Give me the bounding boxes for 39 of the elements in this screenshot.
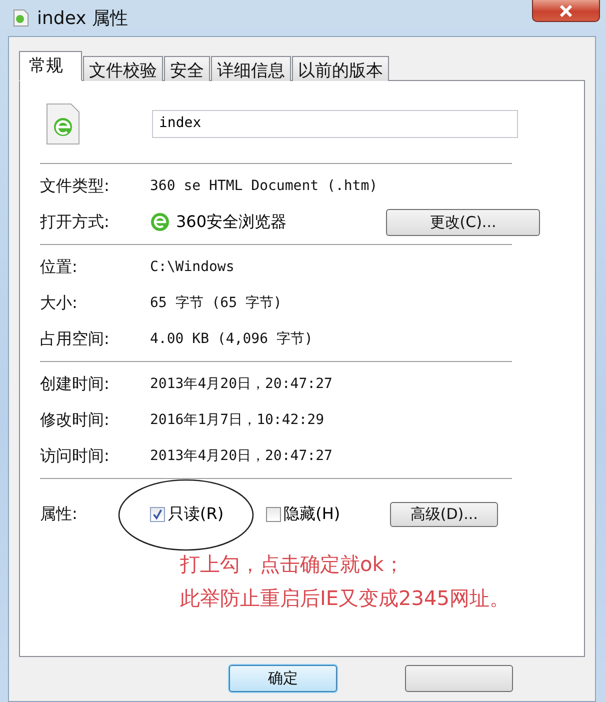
tab[interactable]: 详细信息 (211, 56, 291, 81)
tab[interactable]: 以前的版本 (292, 56, 389, 81)
field-value: 65 字节 (65 字节) (150, 294, 282, 312)
close-button[interactable] (532, 0, 600, 22)
field-label: 位置: (40, 256, 78, 278)
field-value: 2013年4月20日，20:47:27 (150, 375, 332, 393)
checkbox[interactable]: 隐藏(H) (266, 504, 340, 524)
field-label: 访问时间: (40, 446, 110, 466)
browser-icon (150, 212, 170, 232)
tab[interactable]: 常规 (19, 51, 82, 81)
checkbox-box[interactable] (266, 506, 281, 522)
app-name: 360安全浏览器 (176, 212, 288, 232)
field-value: 4.00 KB (4,096 字节) (150, 330, 313, 348)
checkbox-box[interactable] (150, 506, 165, 522)
window-title: index 属性 (37, 7, 128, 30)
field-value: C:\Windows (150, 259, 234, 275)
file-name-field[interactable]: index (152, 110, 518, 138)
document-icon (13, 9, 29, 27)
blank-button[interactable] (405, 665, 513, 692)
field-value: 2016年1月7日，10:42:29 (150, 411, 324, 429)
field-value: 360 se HTML Document (.htm) (150, 178, 378, 194)
field-label: 修改时间: (40, 410, 110, 430)
document-icon (46, 103, 80, 145)
annotation-text: 此举防止重启后IE又变成2345网址。 (180, 585, 510, 612)
close-icon (559, 4, 573, 16)
field-value: 2013年4月20日，20:47:27 (150, 447, 332, 465)
annotation-text: 打上勾，点击确定就ok； (180, 551, 405, 578)
field-label: 属性: (40, 504, 78, 524)
tab[interactable]: 文件校验 (83, 56, 163, 81)
field-label: 文件类型: (40, 176, 110, 196)
field-label: 创建时间: (40, 374, 110, 394)
advanced-button[interactable]: 高级(D)... (390, 502, 498, 526)
field-label: 打开方式: (40, 212, 110, 232)
tab[interactable]: 安全 (164, 56, 210, 81)
field-label: 占用空间: (40, 328, 110, 350)
checkbox[interactable]: 只读(R) (150, 504, 224, 524)
field-label: 大小: (40, 292, 78, 314)
change-button[interactable]: 更改(C)... (386, 208, 540, 236)
ok-button[interactable]: 确定 (229, 665, 337, 692)
